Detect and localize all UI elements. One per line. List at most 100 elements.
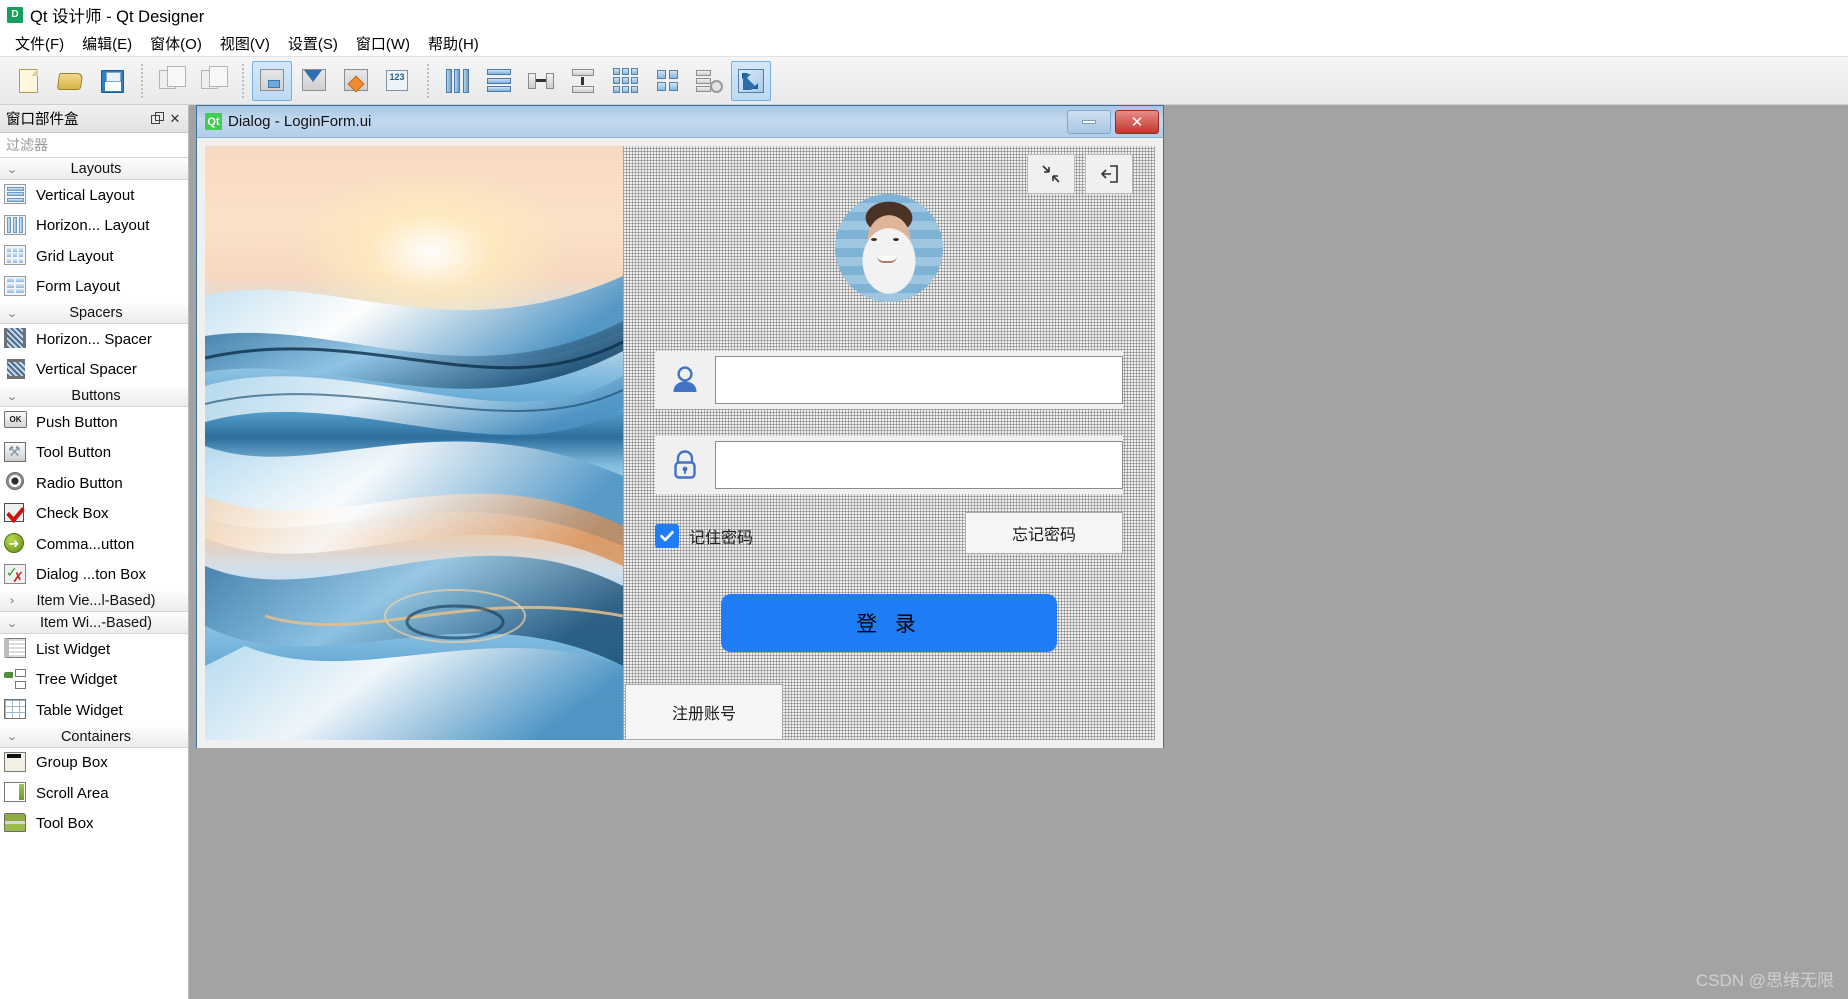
remember-password-label: 记住密码 [689,530,754,547]
app-icon: D [7,7,23,23]
group-label: Spacers [69,305,123,321]
exit-button[interactable] [1085,154,1133,194]
group-item-views[interactable]: › Item Vie...l-Based) [0,590,188,612]
copy-button[interactable] [193,61,233,101]
item-label: Vertical Layout [36,186,135,204]
widget-item-table-widget[interactable]: Table Widget [0,695,188,726]
form-title-bar[interactable]: Qt Dialog - LoginForm.ui ✕ [197,106,1163,138]
widget-item-dialog-button-box[interactable]: ✓ ✗ Dialog ...ton Box [0,559,188,590]
menu-bar: 文件(F) 编辑(E) 窗体(O) 视图(V) 设置(S) 窗口(W) 帮助(H… [0,30,1848,57]
table-widget-icon [4,699,28,721]
widget-item-check-box[interactable]: Check Box [0,498,188,529]
form-body: 记住密码 忘记密码 登 录 注册账号 [197,138,1163,748]
menu-edit[interactable]: 编辑(E) [73,31,141,56]
widget-item-command-link-button[interactable]: ➜ Comma...utton [0,529,188,560]
float-icon[interactable] [148,110,166,128]
edit-buddies-button[interactable] [336,61,376,101]
close-button[interactable]: ✕ [1115,109,1159,134]
widget-item-tool-button[interactable]: Tool Button [0,437,188,468]
menu-view[interactable]: 视图(V) [211,31,279,56]
layout-in-form-button[interactable] [647,61,687,101]
edit-tab-order-button[interactable]: 123 [378,61,418,101]
edit-widgets-button[interactable] [252,60,292,101]
adjust-size-button[interactable] [731,60,771,101]
group-label: Layouts [70,161,122,177]
avatar-photo [835,194,943,302]
minimize-button[interactable] [1067,109,1111,134]
item-label: Tree Widget [36,671,118,689]
form-title: Dialog - LoginForm.ui [228,113,372,130]
widget-item-group-box[interactable]: Group Box [0,747,188,778]
qt-icon: Qt [205,113,222,130]
push-button-icon: OK [4,411,28,433]
widget-item-horizontal-spacer[interactable]: Horizon... Spacer [0,324,188,355]
group-label: Buttons [71,388,121,404]
menu-settings[interactable]: 设置(S) [279,31,347,56]
item-label: Check Box [36,505,109,523]
dock-header: 窗口部件盒 ✕ [0,105,188,133]
group-item-widgets[interactable]: ⌄ Item Wi...-Based) [0,612,188,634]
remember-password-checkbox[interactable] [655,524,679,548]
menu-file[interactable]: 文件(F) [6,31,73,56]
lock-icon [655,448,715,482]
close-icon[interactable]: ✕ [166,110,184,128]
check-icon [660,530,674,542]
layout-splitter-vertical-button[interactable] [563,61,603,101]
collapse-button[interactable] [1027,154,1075,194]
edit-widgets-icon [258,67,286,95]
new-file-button[interactable] [8,61,48,101]
item-label: Tool Box [36,815,94,833]
menu-form[interactable]: 窗体(O) [141,31,211,56]
layout-horizontally-button[interactable] [437,61,477,101]
group-layouts[interactable]: ⌄ Layouts [0,158,188,180]
widget-item-push-button[interactable]: OK Push Button [0,407,188,438]
register-button[interactable]: 注册账号 [625,684,783,740]
menu-help[interactable]: 帮助(H) [419,31,488,56]
widget-item-form-layout[interactable]: Form Layout [0,271,188,302]
list-widget-icon [4,638,28,660]
open-file-button[interactable] [50,61,90,101]
widget-item-vertical-layout[interactable]: Vertical Layout [0,180,188,211]
menu-window[interactable]: 窗口(W) [347,31,419,56]
password-input[interactable] [715,441,1123,489]
main-toolbar: 123 [0,57,1848,105]
remember-row: 记住密码 忘记密码 [655,512,1123,558]
widget-item-vertical-spacer[interactable]: Vertical Spacer [0,354,188,385]
widget-item-radio-button[interactable]: Radio Button [0,468,188,499]
save-icon [98,67,126,95]
widget-item-tree-widget[interactable]: Tree Widget [0,664,188,695]
group-label: Item Vie...l-Based) [36,593,156,609]
login-banner-image [205,146,623,740]
avatar[interactable] [835,194,943,302]
username-input[interactable] [715,356,1123,404]
layout-splitter-horizontal-button[interactable] [521,61,561,101]
widget-item-horizontal-layout[interactable]: Horizon... Layout [0,210,188,241]
edit-signals-button[interactable] [294,61,334,101]
toolbar-separator [427,63,430,98]
layout-vertically-button[interactable] [479,61,519,101]
group-buttons[interactable]: ⌄ Buttons [0,385,188,407]
break-layout-button[interactable] [689,61,729,101]
group-spacers[interactable]: ⌄ Spacers [0,302,188,324]
group-containers[interactable]: ⌄ Containers [0,725,188,748]
filter-input[interactable]: 过滤器 [0,133,188,158]
layout-in-grid-button[interactable] [605,61,645,101]
tool-button-icon [4,441,28,464]
chevron-down-icon: ⌄ [6,307,18,320]
item-label: Vertical Spacer [36,361,137,379]
layout-in-grid-icon [612,68,638,93]
design-canvas[interactable]: Qt Dialog - LoginForm.ui ✕ 记住密码 忘记密码 登 录… [189,105,1848,999]
widget-item-grid-layout[interactable]: Grid Layout [0,241,188,272]
widget-item-tool-box[interactable]: Tool Box [0,808,188,839]
chevron-down-icon: ⌄ [6,163,18,176]
widget-list[interactable]: ⌄ Layouts Vertical Layout Horizon... Lay… [0,158,188,998]
cut-button[interactable] [151,61,191,101]
forgot-password-button[interactable]: 忘记密码 [965,512,1123,554]
save-file-button[interactable] [92,61,132,101]
form-window[interactable]: Qt Dialog - LoginForm.ui ✕ 记住密码 忘记密码 登 录… [196,105,1164,748]
widget-item-list-widget[interactable]: List Widget [0,634,188,665]
break-layout-icon [695,69,723,93]
login-button[interactable]: 登 录 [721,594,1057,652]
widget-item-scroll-area[interactable]: Scroll Area [0,778,188,809]
command-link-button-icon: ➜ [4,533,28,555]
